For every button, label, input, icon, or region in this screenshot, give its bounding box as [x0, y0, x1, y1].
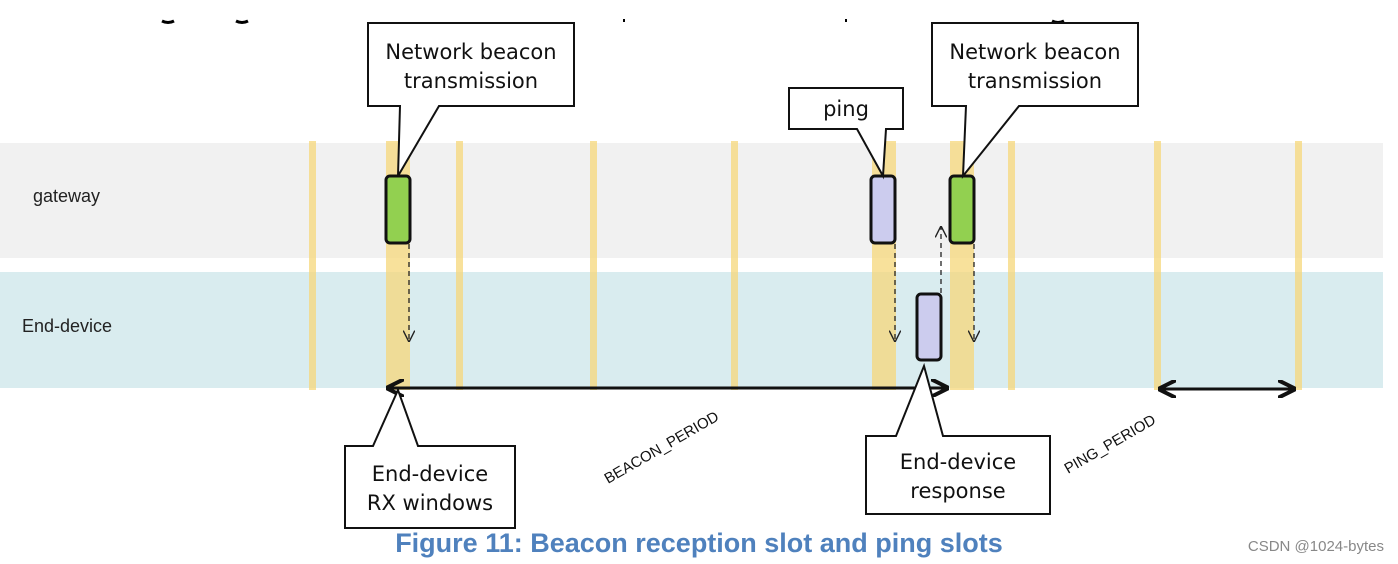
- ping-slot: [590, 141, 597, 390]
- ping-period-label: PING_PERIOD: [1062, 411, 1159, 477]
- ping-slot: [456, 141, 463, 390]
- figure-caption: Figure 11: Beacon reception slot and pin…: [395, 528, 1003, 558]
- ping-slot: [1008, 141, 1015, 390]
- callout-text-line: ping: [823, 97, 869, 121]
- ping-slot: [1154, 141, 1161, 390]
- callout-text-line: Network beacon: [385, 40, 556, 64]
- callout-rx-windows: End-device RX windows: [344, 387, 516, 529]
- beacon-period-label: BEACON_PERIOD: [602, 408, 723, 487]
- callout-text-line: End-device: [900, 450, 1016, 474]
- watermark: CSDN @1024-bytes: [1247, 538, 1384, 555]
- response-block: [915, 292, 943, 362]
- cropped-heading-remnant: [161, 19, 1065, 24]
- beacon-block-1: [384, 174, 412, 245]
- end-device-lane-label: End-device: [22, 316, 112, 336]
- ping-slot: [309, 141, 316, 390]
- end-device-lane: [0, 272, 1383, 388]
- beacon-block-2: [948, 174, 976, 245]
- callout-text-line: Network beacon: [949, 40, 1120, 64]
- callout-text-line: transmission: [968, 69, 1102, 93]
- ping-slot: [1295, 141, 1302, 390]
- ping-block: [869, 174, 897, 245]
- callout-text-line: response: [910, 479, 1005, 503]
- beacon-ping-diagram: gateway End-device BEACON_PERIOD PING_PE…: [0, 19, 1383, 529]
- callout-text-line: transmission: [404, 69, 538, 93]
- gateway-lane: [0, 143, 1383, 258]
- gateway-lane-label: gateway: [33, 186, 100, 206]
- ping-slot: [731, 141, 738, 390]
- callout-text-line: End-device: [372, 462, 488, 486]
- callout-text-line: RX windows: [367, 491, 493, 515]
